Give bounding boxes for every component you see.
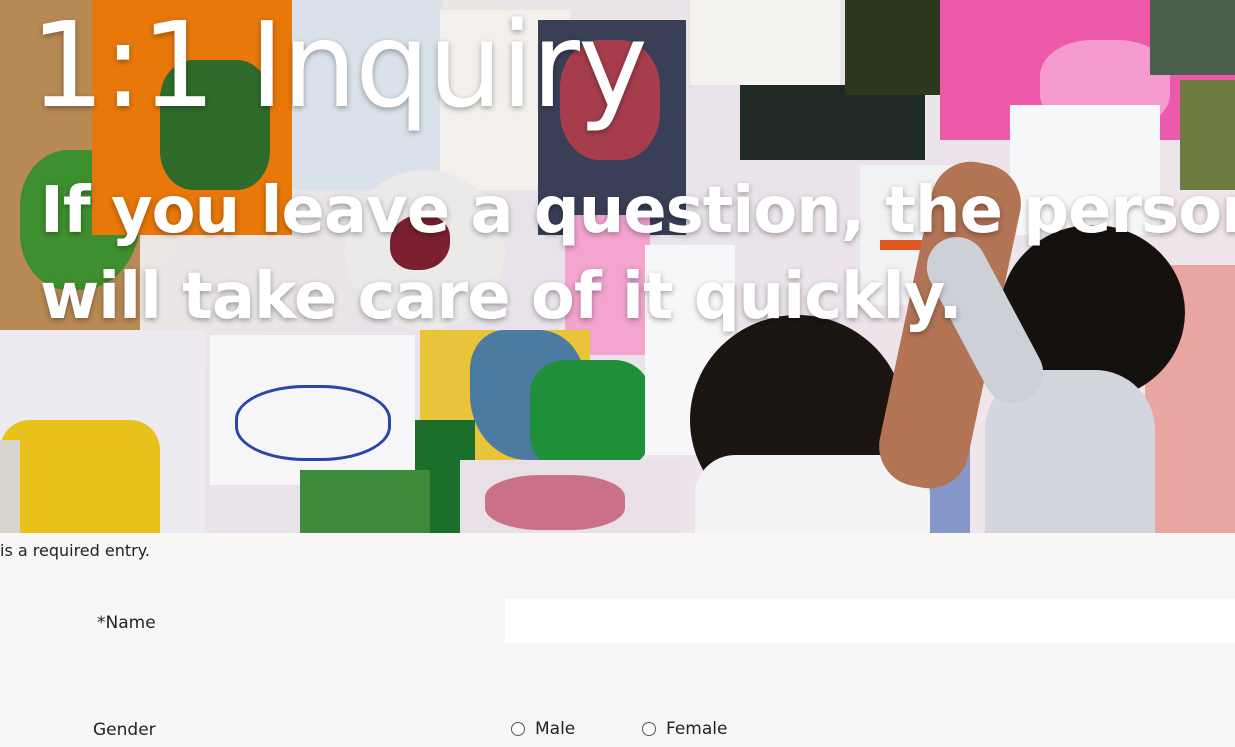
required-entry-note: is a required entry. (0, 541, 150, 560)
name-input[interactable] (505, 599, 1235, 643)
gender-option-female[interactable]: Female (642, 719, 727, 739)
gender-option-male[interactable]: Male (511, 719, 575, 739)
gender-female-radio[interactable] (642, 722, 656, 736)
gender-label: Gender (93, 720, 156, 740)
gender-male-radio[interactable] (511, 722, 525, 736)
page-subtitle-line-1: If you leave a question, the person in (40, 174, 1235, 248)
page-subtitle-line-2: will take care of it quickly. (40, 260, 963, 334)
page-title: 1:1 Inquiry (30, 0, 648, 134)
name-label: *Name (97, 613, 156, 633)
hero-banner: 1:1 Inquiry If you leave a question, the… (0, 0, 1235, 533)
page-subtitle: If you leave a question, the person in w… (40, 168, 1235, 340)
gender-female-label: Female (666, 719, 728, 739)
gender-male-label: Male (535, 719, 576, 739)
